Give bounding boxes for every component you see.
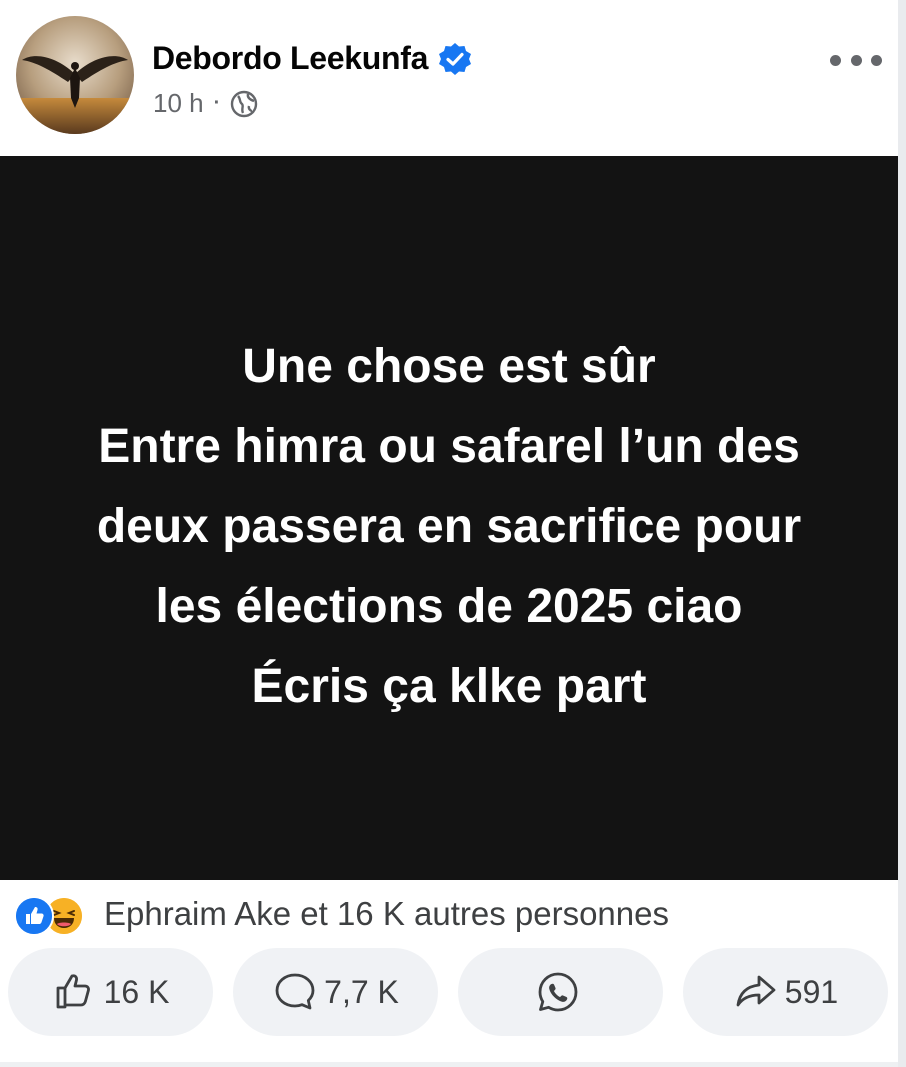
like-button[interactable]: 16 K [8,948,213,1036]
share-button[interactable]: 591 [683,948,888,1036]
post-text-card[interactable]: Une chose est sûr Entre himra ou safarel… [0,156,898,880]
post-time[interactable]: 10 h [153,88,204,119]
avatar-angel-image [16,16,134,134]
reactions-summary-text[interactable]: Ephraim Ake et 16 K autres personnes [104,895,669,933]
verified-badge-icon [439,42,472,75]
divider [0,1062,898,1067]
post-actions: 16 K 7,7 K 591 [0,948,898,1038]
thumbs-up-icon [56,974,90,1009]
share-count: 591 [784,973,839,1010]
more-options-icon[interactable] [830,44,882,76]
post-meta: 10 h · [153,88,258,119]
post-text-line: Entre himra ou safarel l’un des [98,420,800,473]
reactions-summary[interactable]: Ephraim Ake et 16 K autres personnes [14,892,669,936]
whatsapp-icon [538,972,577,1012]
post-text: Une chose est sûr Entre himra ou safarel… [9,327,889,727]
post-text-line: Une chose est sûr [242,340,656,393]
share-arrow-icon [736,975,776,1007]
comment-count: 7,7 K [324,973,399,1010]
whatsapp-share-button[interactable] [458,948,663,1036]
like-count: 16 K [103,973,170,1010]
comment-button[interactable]: 7,7 K [233,948,438,1036]
like-reaction-icon [14,896,54,936]
post-text-line: les élections de 2025 ciao [155,580,743,633]
facebook-post: Debordo Leekunfa 10 h · Une chose est sû [0,0,906,1067]
comment-icon [275,973,315,1010]
more-dot [830,54,841,66]
page-edge [898,0,906,1067]
globe-icon[interactable] [230,90,258,118]
post-header: Debordo Leekunfa 10 h · [0,0,906,156]
reaction-icons [14,892,100,936]
more-dot [850,54,862,66]
post-text-line: Écris ça klke part [251,660,647,713]
author-name[interactable]: Debordo Leekunfa [152,40,472,77]
post-text-line: deux passera en sacrifice pour [96,500,802,553]
author-name-text[interactable]: Debordo Leekunfa [152,40,428,77]
avatar[interactable] [16,16,134,134]
meta-separator: · [213,92,221,114]
more-dot [871,54,882,66]
